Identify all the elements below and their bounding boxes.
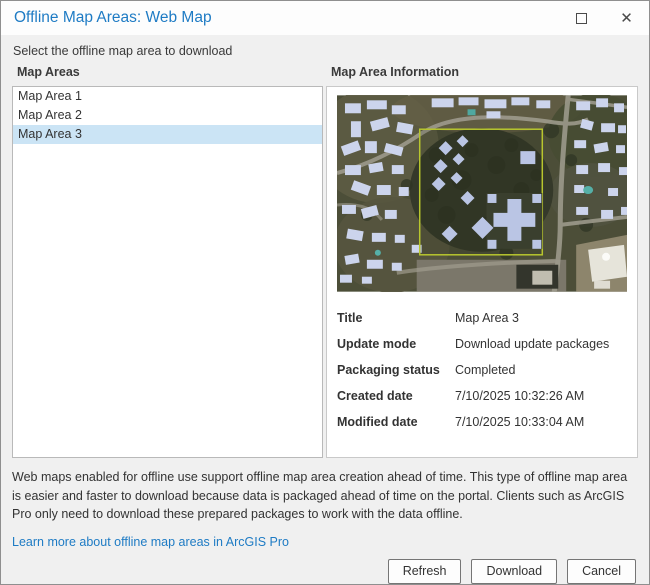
field-title-value: Map Area 3 [455,311,519,325]
map-areas-listbox: Map Area 1 Map Area 2 Map Area 3 [12,86,323,458]
dialog-instruction: Select the offline map area to download [1,35,649,65]
field-created-date-label: Created date [337,389,455,403]
title-bar: Offline Map Areas: Web Map ✕ [1,1,649,35]
list-item-map-area-2[interactable]: Map Area 2 [13,106,322,125]
field-modified-date-value: 7/10/2025 10:33:04 AM [455,415,584,429]
field-update-mode-label: Update mode [337,337,455,351]
field-packaging-status-label: Packaging status [337,363,455,377]
map-area-info-header: Map Area Information [326,65,638,86]
maximize-button[interactable] [559,1,604,35]
dialog-title: Offline Map Areas: Web Map [14,9,212,27]
map-areas-header: Map Areas [12,65,323,86]
download-button[interactable]: Download [471,559,557,584]
offline-description: Web maps enabled for offline use support… [12,468,638,524]
field-modified-date-label: Modified date [337,415,455,429]
close-icon: ✕ [620,11,633,26]
map-area-fields: Title Map Area 3 Update mode Download up… [337,305,627,435]
field-packaging-status-value: Completed [455,363,515,377]
map-area-info-box: Title Map Area 3 Update mode Download up… [326,86,638,458]
field-update-mode: Update mode Download update packages [337,331,627,357]
cancel-button[interactable]: Cancel [567,559,636,584]
map-areas-panel: Map Areas Map Area 1 Map Area 2 Map Area… [12,65,323,458]
field-title: Title Map Area 3 [337,305,627,331]
field-modified-date: Modified date 7/10/2025 10:33:04 AM [337,409,627,435]
refresh-button[interactable]: Refresh [388,559,462,584]
button-row: Refresh Download Cancel [1,549,649,584]
bottom-section: Web maps enabled for offline use support… [1,458,649,549]
list-item-map-area-3[interactable]: Map Area 3 [13,125,322,144]
field-created-date: Created date 7/10/2025 10:32:26 AM [337,383,627,409]
list-item-map-area-1[interactable]: Map Area 1 [13,87,322,106]
learn-more-link[interactable]: Learn more about offline map areas in Ar… [12,535,289,549]
map-area-thumbnail [337,95,627,292]
field-packaging-status: Packaging status Completed [337,357,627,383]
window-controls: ✕ [559,1,649,35]
close-button[interactable]: ✕ [604,1,649,35]
offline-map-areas-dialog: Offline Map Areas: Web Map ✕ Select the … [0,0,650,585]
maximize-icon [576,13,587,24]
field-title-label: Title [337,311,455,325]
field-update-mode-value: Download update packages [455,337,609,351]
map-area-info-panel: Map Area Information [326,65,638,458]
panels-container: Map Areas Map Area 1 Map Area 2 Map Area… [1,65,649,458]
field-created-date-value: 7/10/2025 10:32:26 AM [455,389,584,403]
